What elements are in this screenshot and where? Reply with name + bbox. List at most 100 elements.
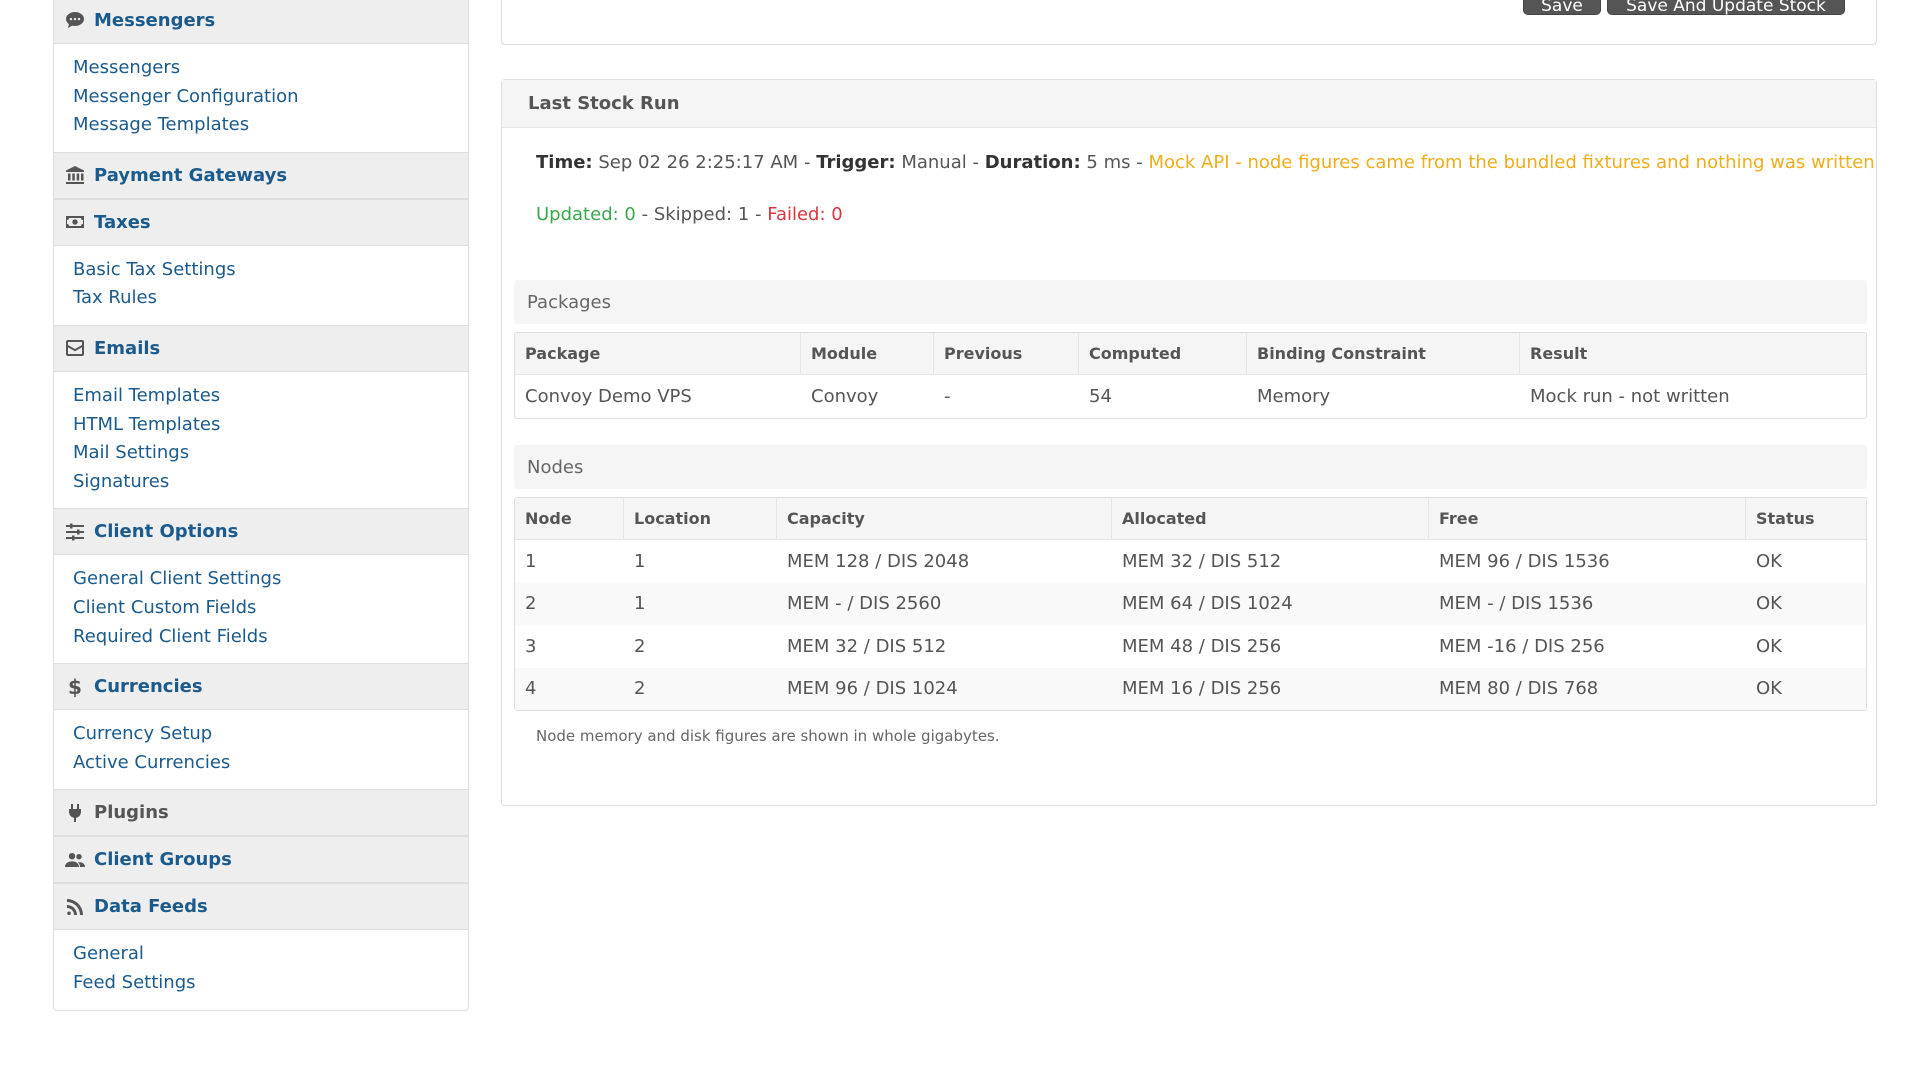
section-emails-links: Email Templates HTML Templates Mail Sett… bbox=[54, 372, 468, 508]
section-messengers-header[interactable]: Messengers bbox=[54, 0, 468, 44]
column-header: Status bbox=[1746, 498, 1866, 540]
table-cell: MEM 64 / DIS 1024 bbox=[1112, 582, 1429, 625]
sidebar-link-client-custom-fields[interactable]: Client Custom Fields bbox=[73, 594, 468, 623]
save-button[interactable]: Save bbox=[1523, 0, 1601, 16]
table-cell: Mock run - not written bbox=[1530, 385, 1730, 407]
table-cell: 1 bbox=[624, 582, 777, 625]
table-cell: Convoy Demo VPS bbox=[525, 385, 692, 407]
column-header: Location bbox=[624, 498, 777, 540]
money-icon bbox=[64, 211, 86, 233]
table-row: 4 2 MEM 96 / DIS 1024 MEM 16 / DIS 256 M… bbox=[515, 667, 1866, 710]
trigger-label: Trigger: bbox=[816, 152, 896, 173]
run-summary: Time: Sep 02 26 2:25:17 AM - Trigger: Ma… bbox=[536, 152, 1875, 173]
bank-icon bbox=[64, 164, 86, 186]
section-payment-gateways-header[interactable]: Payment Gateways bbox=[54, 151, 468, 199]
sidebar-link-message-templates[interactable]: Message Templates bbox=[73, 111, 468, 140]
table-row: 1 1 MEM 128 / DIS 2048 MEM 32 / DIS 512 … bbox=[515, 540, 1866, 583]
run-counts: Updated: 0 - Skipped: 1 - Failed: 0 bbox=[536, 204, 843, 225]
packages-heading: Packages bbox=[514, 280, 1867, 324]
dollar-icon: $ bbox=[68, 674, 82, 699]
section-client-options-header[interactable]: Client Options bbox=[54, 508, 468, 556]
section-title: Messengers bbox=[94, 9, 216, 31]
table-row: 3 2 MEM 32 / DIS 512 MEM 48 / DIS 256 ME… bbox=[515, 625, 1866, 668]
sidebar-link-messenger-configuration[interactable]: Messenger Configuration bbox=[73, 83, 468, 112]
chat-bubble-icon bbox=[64, 9, 86, 31]
sidebar-link-signatures[interactable]: Signatures bbox=[73, 468, 468, 497]
section-title: Currencies bbox=[94, 676, 203, 698]
table-cell: OK bbox=[1746, 582, 1866, 625]
table-cell: MEM 32 / DIS 512 bbox=[787, 635, 947, 657]
plug-icon bbox=[64, 802, 86, 824]
settings-sidebar: Messengers Messengers Messenger Configur… bbox=[53, 0, 469, 1011]
updated-count: Updated: 0 bbox=[536, 204, 636, 225]
column-header: Computed bbox=[1079, 333, 1247, 375]
section-client-groups-header[interactable]: Client Groups bbox=[54, 836, 468, 884]
table-cell: - bbox=[944, 385, 951, 407]
section-data-feeds-header[interactable]: Data Feeds bbox=[54, 883, 468, 931]
section-emails-header[interactable]: Emails bbox=[54, 324, 468, 372]
section-data-feeds-links: General Feed Settings bbox=[54, 930, 468, 1009]
table-cell: MEM 80 / DIS 768 bbox=[1429, 667, 1746, 710]
packages-table: Package Module Previous Computed Binding… bbox=[514, 332, 1867, 419]
users-icon bbox=[64, 849, 86, 871]
table-header-row: Package Module Previous Computed Binding… bbox=[515, 333, 1866, 375]
sidebar-link-mail-settings[interactable]: Mail Settings bbox=[73, 439, 468, 468]
table-cell: OK bbox=[1756, 635, 1782, 657]
table-cell: OK bbox=[1746, 667, 1866, 710]
column-header: Allocated bbox=[1112, 498, 1429, 540]
failed-count: Failed: 0 bbox=[767, 204, 843, 225]
sidebar-link-general-client-settings[interactable]: General Client Settings bbox=[73, 565, 468, 594]
sidebar-link-currency-setup[interactable]: Currency Setup bbox=[73, 720, 468, 749]
nodes-table: Node Location Capacity Allocated Free St… bbox=[514, 497, 1867, 711]
table-cell: MEM 96 / DIS 1536 bbox=[1439, 550, 1610, 572]
section-taxes-links: Basic Tax Settings Tax Rules bbox=[54, 246, 468, 325]
sidebar-link-tax-rules[interactable]: Tax Rules bbox=[73, 284, 468, 313]
sidebar-link-feed-settings[interactable]: Feed Settings bbox=[73, 969, 468, 998]
table-row: 2 1 MEM - / DIS 2560 MEM 64 / DIS 1024 M… bbox=[515, 582, 1866, 625]
section-currencies-header[interactable]: $ Currencies bbox=[54, 663, 468, 711]
column-header: Result bbox=[1520, 333, 1866, 375]
sidebar-link-general[interactable]: General bbox=[73, 940, 468, 969]
section-title: Client Groups bbox=[94, 849, 232, 871]
section-title: Plugins bbox=[94, 802, 169, 824]
sidebar-link-active-currencies[interactable]: Active Currencies bbox=[73, 749, 468, 778]
section-title: Payment Gateways bbox=[94, 164, 288, 186]
units-note: Node memory and disk figures are shown i… bbox=[536, 727, 1000, 745]
column-header: Free bbox=[1429, 498, 1746, 540]
separator: - bbox=[641, 204, 649, 225]
table-cell: 1 bbox=[525, 550, 537, 572]
sidebar-link-html-templates[interactable]: HTML Templates bbox=[73, 411, 468, 440]
save-and-update-stock-button[interactable]: Save And Update Stock bbox=[1607, 0, 1845, 16]
sidebar-link-email-templates[interactable]: Email Templates bbox=[73, 382, 468, 411]
sidebar-link-required-client-fields[interactable]: Required Client Fields bbox=[73, 623, 468, 652]
time-value: Sep 02 26 2:25:17 AM bbox=[598, 152, 799, 173]
table-cell: OK bbox=[1756, 550, 1782, 572]
table-cell: 2 bbox=[624, 667, 777, 710]
section-taxes-header[interactable]: Taxes bbox=[54, 198, 468, 246]
save-and-update-stock-label: Save And Update Stock bbox=[1626, 0, 1826, 16]
sidebar-link-basic-tax-settings[interactable]: Basic Tax Settings bbox=[73, 256, 468, 285]
column-header: Capacity bbox=[777, 498, 1112, 540]
form-actions-card: Save Save And Update Stock bbox=[501, 0, 1877, 45]
panel-title: Last Stock Run bbox=[502, 80, 1876, 128]
separator: - bbox=[972, 152, 979, 173]
table-cell: 54 bbox=[1089, 385, 1112, 407]
table-cell: 3 bbox=[525, 635, 537, 657]
section-client-options-links: General Client Settings Client Custom Fi… bbox=[54, 555, 468, 663]
column-header: Package bbox=[515, 333, 801, 375]
duration-value: 5 ms bbox=[1086, 152, 1131, 173]
section-plugins-header[interactable]: Plugins bbox=[54, 789, 468, 837]
table-header-row: Node Location Capacity Allocated Free St… bbox=[515, 498, 1866, 540]
section-title: Data Feeds bbox=[94, 896, 208, 918]
nodes-heading: Nodes bbox=[514, 445, 1867, 489]
table-cell: Convoy bbox=[811, 385, 879, 407]
mock-api-notice: Mock API - node figures came from the bu… bbox=[1148, 152, 1875, 173]
time-label: Time: bbox=[536, 152, 593, 173]
table-cell: MEM 32 / DIS 512 bbox=[1122, 550, 1282, 572]
sidebar-link-messengers[interactable]: Messengers bbox=[73, 54, 468, 83]
separator: - bbox=[1136, 152, 1143, 173]
skipped-count: Skipped: 1 bbox=[653, 204, 750, 225]
table-cell: MEM -16 / DIS 256 bbox=[1439, 635, 1605, 657]
envelope-icon bbox=[64, 337, 86, 359]
duration-label: Duration: bbox=[984, 152, 1081, 173]
